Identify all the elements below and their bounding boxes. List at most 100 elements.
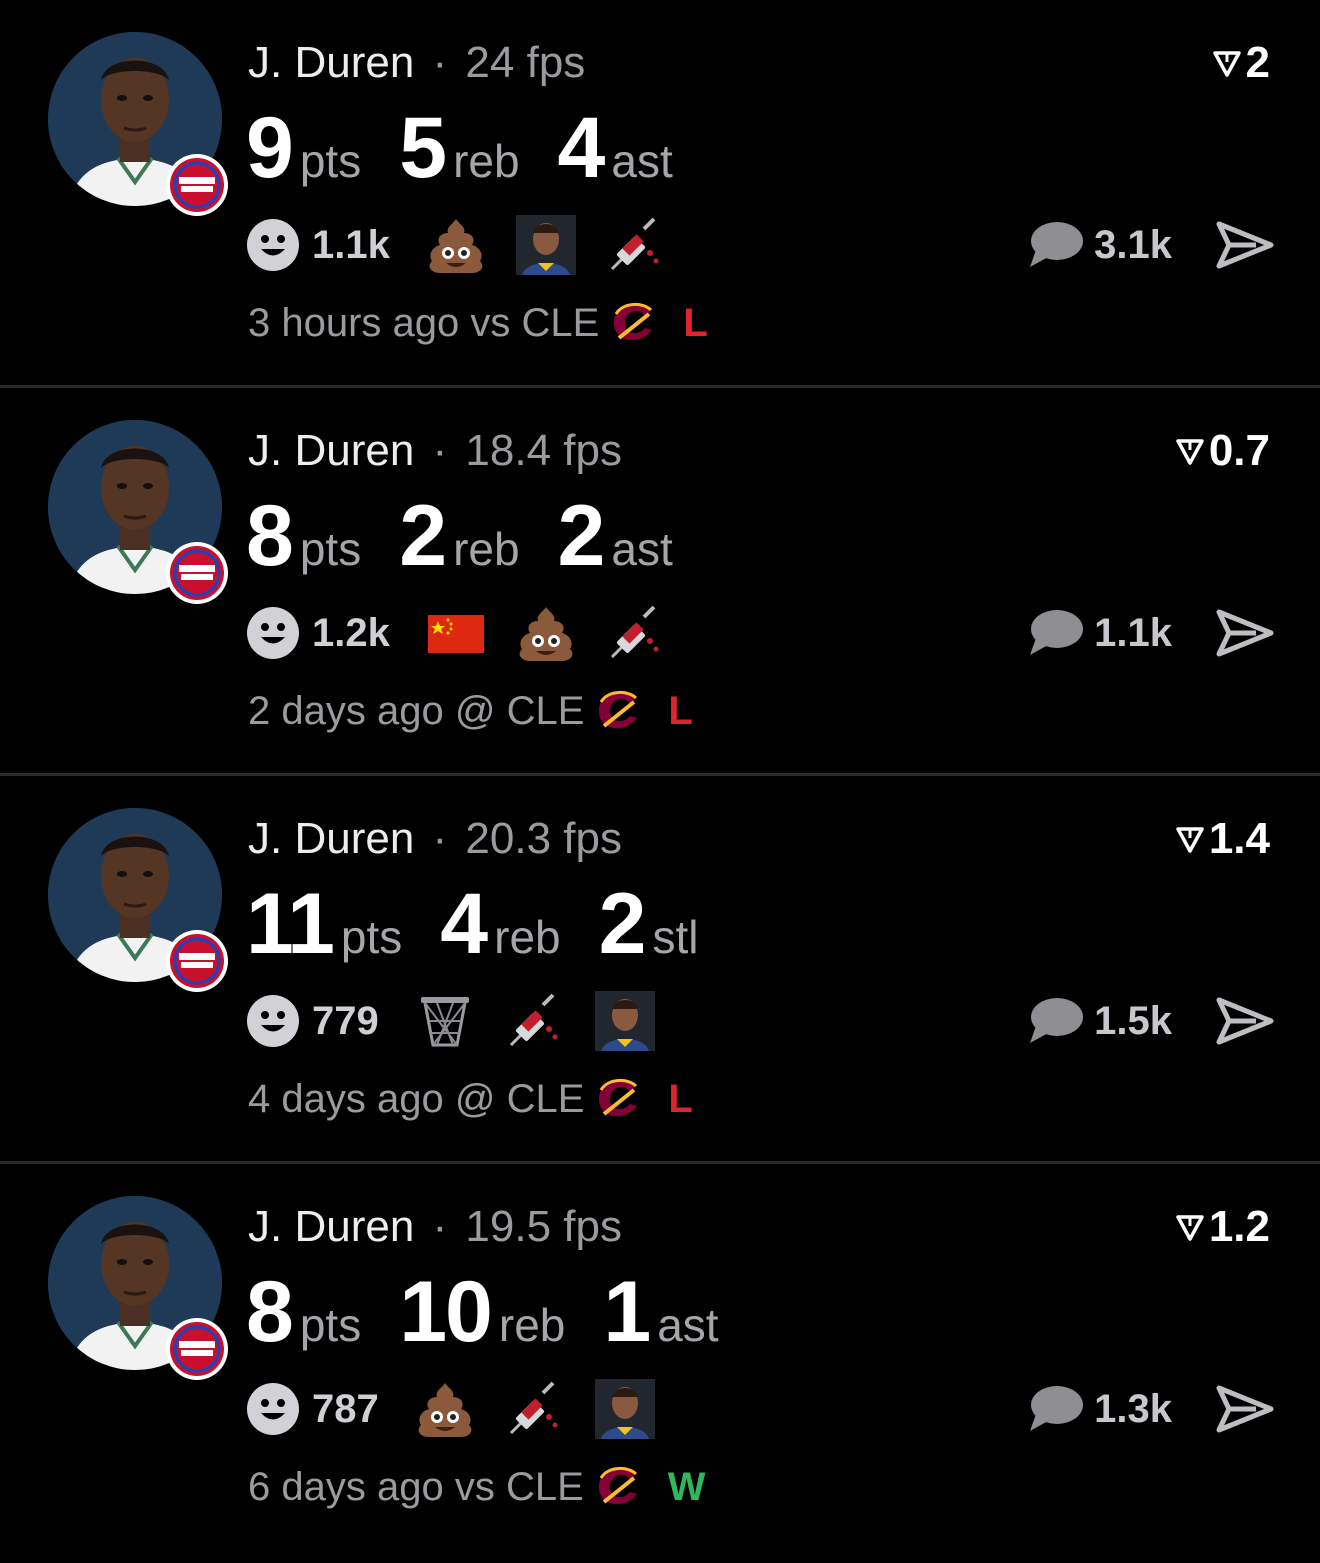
- rating-value: 1.4: [1208, 814, 1270, 863]
- fantasy-points: 19.5 fps: [465, 1202, 622, 1251]
- player-face-emoji[interactable]: [595, 1379, 655, 1439]
- game-info: 2 days ago @ CLE L: [248, 684, 693, 738]
- stat-item: 9 pts: [246, 98, 361, 198]
- rating[interactable]: 1.4: [1175, 814, 1270, 864]
- stat-label: ast: [611, 523, 673, 575]
- stat-value: 4: [440, 876, 488, 972]
- game-result: L: [683, 301, 708, 345]
- rating[interactable]: 1.2: [1175, 1202, 1270, 1252]
- stat-item: 2 ast: [558, 486, 673, 586]
- fantasy-points: 24 fps: [465, 38, 586, 87]
- share-send-icon[interactable]: [1216, 220, 1274, 270]
- player-face-emoji[interactable]: [595, 991, 655, 1051]
- share-send-icon[interactable]: [1216, 1384, 1274, 1434]
- stat-item: 1 ast: [603, 1262, 718, 1362]
- comment-count: 1.5k: [1094, 998, 1172, 1043]
- stat-value: 10: [399, 1264, 493, 1360]
- opponent-name: CLE: [506, 1077, 585, 1121]
- location-indicator: vs: [470, 301, 511, 345]
- add-reaction-smiley-icon[interactable]: [246, 218, 300, 272]
- stat-value: 9: [246, 100, 294, 196]
- stat-item: 2 reb: [399, 486, 519, 586]
- pistons-logo-icon: [164, 540, 230, 606]
- opponent-name: CLE: [506, 689, 585, 733]
- rating[interactable]: 2: [1212, 38, 1270, 88]
- player-face-emoji[interactable]: [516, 215, 576, 275]
- basket-emoji[interactable]: [415, 991, 475, 1051]
- stat-label: reb: [494, 911, 561, 963]
- player-name[interactable]: J. Duren: [248, 426, 414, 475]
- time-ago: 6 days ago: [248, 1465, 444, 1509]
- stat-label: reb: [453, 523, 520, 575]
- syringe-emoji[interactable]: [505, 1379, 565, 1439]
- game-result: L: [668, 1077, 693, 1121]
- cavaliers-logo-icon: [592, 1464, 642, 1510]
- comment-bubble-icon: [1026, 1384, 1084, 1434]
- reaction-count[interactable]: 787: [312, 1387, 379, 1432]
- post-card[interactable]: J. Duren · 20.3 fps 1.4 11 pts 4 reb 2 s…: [0, 776, 1320, 1164]
- share-send-icon[interactable]: [1216, 996, 1274, 1046]
- china-flag-emoji[interactable]: [426, 603, 486, 663]
- stat-label: pts: [299, 135, 362, 187]
- player-name[interactable]: J. Duren: [248, 38, 414, 87]
- pistons-logo-icon: [164, 152, 230, 218]
- reaction-count[interactable]: 1.1k: [312, 223, 390, 268]
- reactions-row: 787: [246, 1380, 685, 1438]
- share-send-icon[interactable]: [1216, 608, 1274, 658]
- player-name[interactable]: J. Duren: [248, 1202, 414, 1251]
- comment-count: 3.1k: [1094, 222, 1172, 267]
- post-header: J. Duren · 20.3 fps: [248, 814, 622, 864]
- reaction-count[interactable]: 779: [312, 999, 379, 1044]
- player-name[interactable]: J. Duren: [248, 814, 414, 863]
- stat-value: 8: [246, 488, 294, 584]
- stat-value: 4: [557, 100, 606, 196]
- stat-label: stl: [652, 911, 699, 963]
- pistons-logo-icon: [164, 928, 230, 994]
- syringe-emoji[interactable]: [606, 603, 666, 663]
- comment-bubble-icon: [1026, 608, 1084, 658]
- pistons-logo-icon: [164, 1316, 230, 1382]
- add-reaction-smiley-icon[interactable]: [246, 1382, 300, 1436]
- poop-emoji[interactable]: [516, 603, 576, 663]
- post-card[interactable]: J. Duren · 18.4 fps 0.7 8 pts 2 reb 2 as…: [0, 388, 1320, 776]
- separator-dot: ·: [432, 814, 448, 863]
- rating-icon: [1175, 436, 1205, 466]
- reactions-row: 779: [246, 992, 685, 1050]
- fantasy-points: 20.3 fps: [465, 814, 622, 863]
- time-ago: 2 days ago: [248, 689, 444, 733]
- cavaliers-logo-icon: [607, 300, 657, 346]
- stat-label: reb: [453, 135, 520, 187]
- comment-count: 1.3k: [1094, 1386, 1172, 1431]
- stat-value: 2: [399, 488, 447, 584]
- stat-line: 8 pts 2 reb 2 ast: [246, 486, 711, 586]
- separator-dot: ·: [432, 1202, 448, 1251]
- add-reaction-smiley-icon[interactable]: [246, 606, 300, 660]
- comments-button[interactable]: 1.1k: [1026, 604, 1172, 662]
- comments-button[interactable]: 1.3k: [1026, 1380, 1172, 1438]
- comments-button[interactable]: 1.5k: [1026, 992, 1172, 1050]
- stat-label: pts: [299, 523, 362, 575]
- poop-emoji[interactable]: [426, 215, 486, 275]
- cavaliers-logo-icon: [592, 1076, 642, 1122]
- comment-count: 1.1k: [1094, 610, 1172, 655]
- stat-item: 11 pts: [246, 874, 402, 974]
- stat-line: 8 pts 10 reb 1 ast: [246, 1262, 757, 1362]
- reaction-count[interactable]: 1.2k: [312, 611, 390, 656]
- syringe-emoji[interactable]: [606, 215, 666, 275]
- separator-dot: ·: [432, 38, 448, 87]
- post-card[interactable]: J. Duren · 19.5 fps 1.2 8 pts 10 reb 1 a…: [0, 1164, 1320, 1559]
- rating-value: 1.2: [1208, 1202, 1270, 1251]
- stat-item: 5 reb: [399, 98, 519, 198]
- cavaliers-logo-icon: [592, 688, 642, 734]
- rating[interactable]: 0.7: [1175, 426, 1270, 476]
- stat-item: 2 stl: [599, 874, 699, 974]
- rating-value: 0.7: [1208, 426, 1270, 475]
- syringe-emoji[interactable]: [505, 991, 565, 1051]
- stat-item: 10 reb: [399, 1262, 565, 1362]
- comments-button[interactable]: 3.1k: [1026, 216, 1172, 274]
- location-indicator: @: [454, 1077, 496, 1121]
- poop-emoji[interactable]: [415, 1379, 475, 1439]
- post-card[interactable]: J. Duren · 24 fps 2 9 pts 5 reb 4 ast 1.…: [0, 0, 1320, 388]
- add-reaction-smiley-icon[interactable]: [246, 994, 300, 1048]
- post-header: J. Duren · 18.4 fps: [248, 426, 622, 476]
